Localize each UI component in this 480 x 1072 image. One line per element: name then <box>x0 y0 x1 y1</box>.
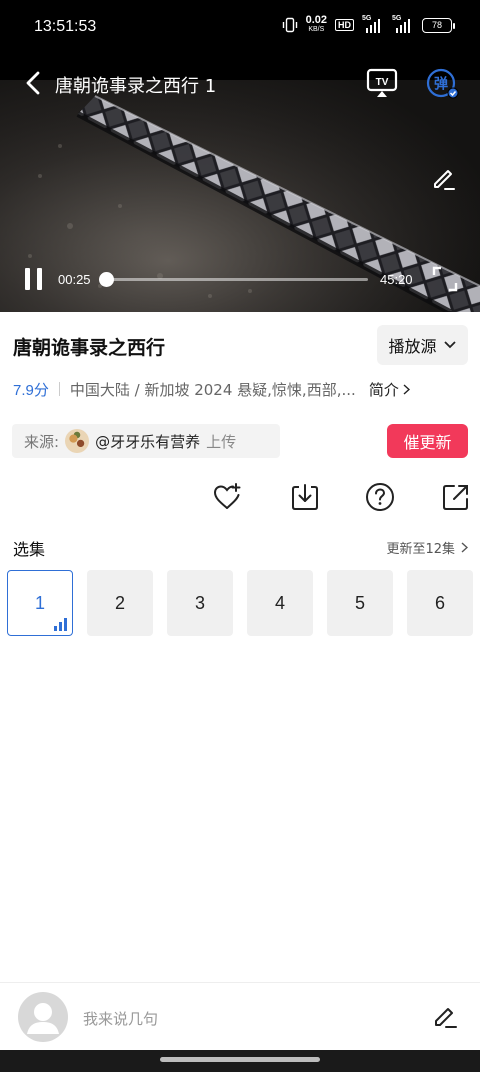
episode-item[interactable]: 1 <box>7 570 73 636</box>
play-source-button[interactable]: 播放源 <box>377 325 468 365</box>
urge-update-button[interactable]: 催更新 <box>387 424 468 458</box>
uploader-info[interactable]: 来源: @牙牙乐有营养 上传 <box>12 424 280 458</box>
episode-label: 4 <box>274 592 285 613</box>
uploader-avatar <box>65 429 90 453</box>
progress-bar[interactable] <box>99 272 368 287</box>
back-icon[interactable] <box>22 70 46 96</box>
status-bar: 13:51:53 0.02 KB/S HD 5G 5G 78 <box>0 0 480 56</box>
now-playing-icon <box>54 618 67 631</box>
chevron-right-icon <box>461 542 468 553</box>
rating: 7.9分 <box>13 381 49 399</box>
comment-input[interactable]: 我来说几句 <box>83 1008 158 1029</box>
chevron-right-icon <box>403 383 410 395</box>
episode-label: 6 <box>434 592 445 613</box>
uploader-action: 上传 <box>206 432 237 451</box>
divider <box>58 382 60 396</box>
show-title: 唐朝诡事录之西行 <box>13 337 166 359</box>
total-time: 45:20 <box>380 272 413 287</box>
meta-row: 7.9分 中国大陆 / 新加坡 2024 悬疑,惊悚,西部,... 简介 <box>13 378 473 400</box>
signal-icon-2: 5G <box>392 15 414 33</box>
episode-item[interactable]: 2 <box>87 570 153 636</box>
episode-label: 5 <box>354 592 365 613</box>
danmu-toggle-icon[interactable]: 弹 <box>426 68 460 100</box>
tv-icon-label: TV <box>376 77 389 88</box>
video-title: 唐朝诡事录之西行 1 <box>55 76 217 97</box>
comment-bar: 我来说几句 <box>0 982 480 1050</box>
navigation-bar <box>0 1050 480 1072</box>
intro-label: 简介 <box>368 380 399 399</box>
current-time: 00:25 <box>58 272 91 287</box>
video-player[interactable]: 唐朝诡事录之西行 1 TV 弹 00:25 45:20 <box>0 56 480 312</box>
user-icon <box>27 1003 59 1034</box>
download-icon[interactable] <box>290 482 320 512</box>
share-icon[interactable] <box>441 482 471 512</box>
avatar[interactable] <box>18 992 68 1042</box>
favorite-add-icon[interactable] <box>212 482 242 512</box>
episode-label: 1 <box>34 592 45 613</box>
intro-link[interactable]: 简介 <box>369 379 410 400</box>
uploader-label: 来源: <box>24 432 60 451</box>
tv-cast-icon[interactable]: TV <box>366 68 398 98</box>
danmu-label: 弹 <box>434 76 448 93</box>
help-icon[interactable] <box>365 482 395 512</box>
signal-icon: 5G <box>362 15 384 33</box>
episode-list: 1 2 3 4 5 6 <box>7 570 473 636</box>
fullscreen-icon[interactable] <box>432 266 458 292</box>
danmu-edit-icon[interactable] <box>430 164 458 192</box>
hd-badge: HD <box>335 19 354 31</box>
status-time: 13:51:53 <box>34 18 97 35</box>
edit-icon[interactable] <box>432 1003 458 1029</box>
network-speed: 0.02 KB/S <box>305 14 327 34</box>
episode-item[interactable]: 5 <box>327 570 393 636</box>
episode-label: 2 <box>114 592 125 613</box>
pause-icon[interactable] <box>22 266 46 292</box>
uploader-name: @牙牙乐有营养 <box>95 432 201 451</box>
play-source-label: 播放源 <box>388 337 437 356</box>
battery-icon: 78 <box>422 17 455 33</box>
episode-item[interactable]: 4 <box>247 570 313 636</box>
episode-item[interactable]: 6 <box>407 570 473 636</box>
episodes-heading: 选集 <box>13 540 46 559</box>
home-indicator[interactable] <box>160 1057 320 1062</box>
episodes-updated-label: 更新至12集 <box>386 542 455 557</box>
episode-label: 3 <box>194 592 205 613</box>
vibrate-icon <box>282 17 297 33</box>
episodes-updated-link[interactable]: 更新至12集 <box>386 538 468 557</box>
status-icons: 0.02 KB/S HD 5G 5G 78 <box>282 14 455 34</box>
chevron-down-icon <box>443 341 456 349</box>
episode-item[interactable]: 3 <box>167 570 233 636</box>
meta-text: 中国大陆 / 新加坡 2024 悬疑,惊悚,西部,... <box>69 380 356 399</box>
